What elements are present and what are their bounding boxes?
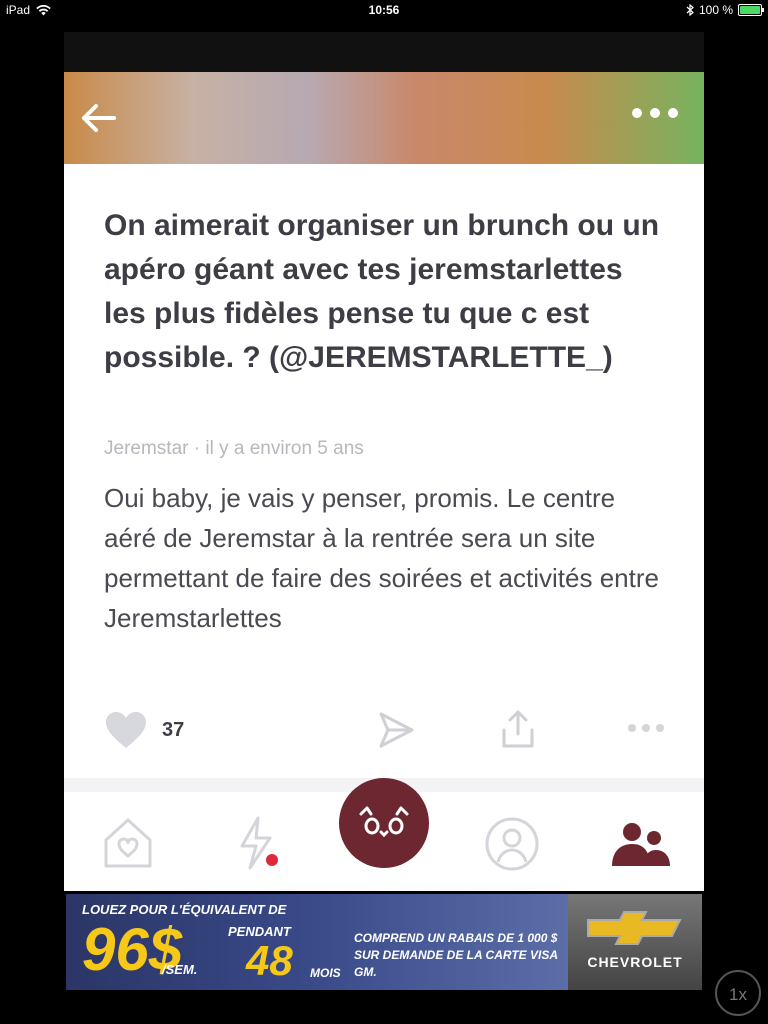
post-card: On aimerait organiser un brunch ou un ap… — [64, 164, 704, 778]
profile-tab-icon[interactable] — [484, 812, 540, 872]
zoom-button[interactable]: 1x — [715, 970, 761, 1016]
header-bar — [64, 72, 704, 164]
status-right: 100 % — [686, 3, 764, 17]
bluetooth-icon — [686, 4, 694, 16]
ask-center-button[interactable] — [339, 778, 429, 868]
heart-icon[interactable] — [104, 710, 148, 750]
battery-percent: 100 % — [698, 3, 733, 17]
ad-line1: LOUEZ POUR L'ÉQUIVALENT DE — [82, 902, 287, 917]
tab-bar — [64, 778, 704, 891]
question-text: On aimerait organiser un brunch ou un ap… — [104, 209, 660, 374]
answer-text: Oui baby, je vais y penser, promis. Le c… — [104, 483, 659, 633]
ad-per-week: /SEM. — [162, 962, 198, 977]
post-actions: 37 — [104, 708, 664, 752]
home-tab-icon[interactable] — [100, 812, 156, 872]
arrow-left-icon[interactable] — [78, 102, 118, 134]
friends-tab-icon[interactable] — [608, 812, 674, 872]
ad-content: LOUEZ POUR L'ÉQUIVALENT DE 96$ /SEM. PEN… — [66, 894, 568, 990]
ad-months-number: 48 — [246, 937, 293, 984]
share-icon[interactable] — [498, 708, 538, 750]
ellipsis-icon[interactable] — [632, 108, 678, 118]
send-icon[interactable] — [376, 710, 416, 750]
status-bar: iPad 10:56 100 % — [0, 0, 768, 22]
more-options-icon[interactable] — [628, 724, 664, 732]
ad-months-label: MOIS — [310, 966, 341, 980]
chevrolet-bowtie-icon — [587, 911, 682, 945]
battery-icon — [738, 4, 764, 16]
owl-face-icon — [359, 806, 409, 838]
lightning-tab-icon[interactable] — [228, 812, 284, 872]
ad-banner[interactable]: LOUEZ POUR L'ÉQUIVALENT DE 96$ /SEM. PEN… — [66, 894, 702, 990]
ad-offer: COMPREND UN RABAIS DE 1 000 $ SUR DEMAND… — [354, 931, 558, 979]
status-time: 10:56 — [368, 3, 400, 17]
ad-brand-name: CHEVROLET — [587, 954, 683, 970]
notification-dot — [266, 854, 278, 866]
ad-brand-panel: CHEVROLET — [568, 894, 702, 990]
top-band — [64, 32, 704, 72]
like-count: 37 — [162, 719, 185, 741]
post-meta: Jeremstar · il y a environ 5 ans — [104, 438, 364, 459]
